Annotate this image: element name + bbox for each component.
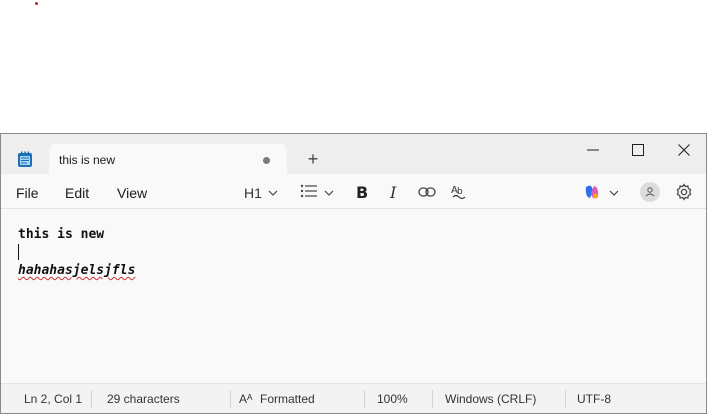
- chevron-down-icon[interactable]: [323, 187, 335, 199]
- menu-view[interactable]: View: [117, 185, 147, 201]
- status-divider: [230, 390, 231, 408]
- chevron-down-icon[interactable]: [267, 187, 279, 199]
- status-divider: [91, 390, 92, 408]
- menu-file[interactable]: File: [16, 185, 39, 201]
- bulleted-list-icon[interactable]: [300, 184, 318, 198]
- menu-toolbar: File Edit View H1 B I A b: [1, 174, 706, 209]
- bold-button[interactable]: B: [356, 183, 368, 203]
- text-editor[interactable]: this is new hahahasjelsjfls: [1, 210, 706, 382]
- status-divider: [565, 390, 566, 408]
- notepad-window: this is new + File Edit View H1 B I A b …: [0, 133, 707, 414]
- character-count: 29 characters: [107, 392, 180, 406]
- format-icon: Aᴬ: [239, 392, 253, 406]
- new-tab-button[interactable]: +: [303, 150, 323, 170]
- notepad-icon: [18, 151, 32, 167]
- link-icon[interactable]: [418, 186, 436, 198]
- zoom-level[interactable]: 100%: [377, 392, 408, 406]
- tab-title: this is new: [59, 153, 116, 167]
- status-divider: [432, 390, 433, 408]
- gear-icon[interactable]: [675, 183, 693, 201]
- person-icon: [645, 187, 655, 197]
- background-dot: [35, 2, 38, 5]
- cursor-position: Ln 2, Col 1: [24, 392, 83, 406]
- italic-button[interactable]: I: [390, 183, 396, 203]
- copilot-icon[interactable]: [583, 183, 601, 201]
- minimize-button[interactable]: [581, 138, 605, 162]
- editor-line: hahahasjelsjfls: [18, 263, 135, 278]
- tab-document[interactable]: this is new: [49, 144, 287, 175]
- heading-dropdown[interactable]: H1: [244, 185, 262, 205]
- chevron-down-icon[interactable]: [608, 187, 620, 199]
- format-mode[interactable]: Formatted: [260, 392, 315, 406]
- maximize-button[interactable]: [626, 138, 650, 162]
- misspelled-word[interactable]: hahahasjelsjfls: [18, 263, 135, 278]
- spellcheck-icon[interactable]: A b: [451, 183, 468, 200]
- account-icon[interactable]: [640, 182, 660, 202]
- close-button[interactable]: [672, 138, 696, 162]
- encoding[interactable]: UTF-8: [577, 392, 611, 406]
- line-ending[interactable]: Windows (CRLF): [445, 392, 536, 406]
- unsaved-indicator-dot[interactable]: [263, 157, 270, 164]
- text-caret: [18, 244, 19, 260]
- title-bar: this is new +: [1, 134, 706, 175]
- status-divider: [364, 390, 365, 408]
- editor-line: this is new: [18, 227, 105, 242]
- status-bar: Ln 2, Col 1 29 characters Aᴬ Formatted 1…: [1, 383, 706, 413]
- menu-edit[interactable]: Edit: [65, 185, 89, 201]
